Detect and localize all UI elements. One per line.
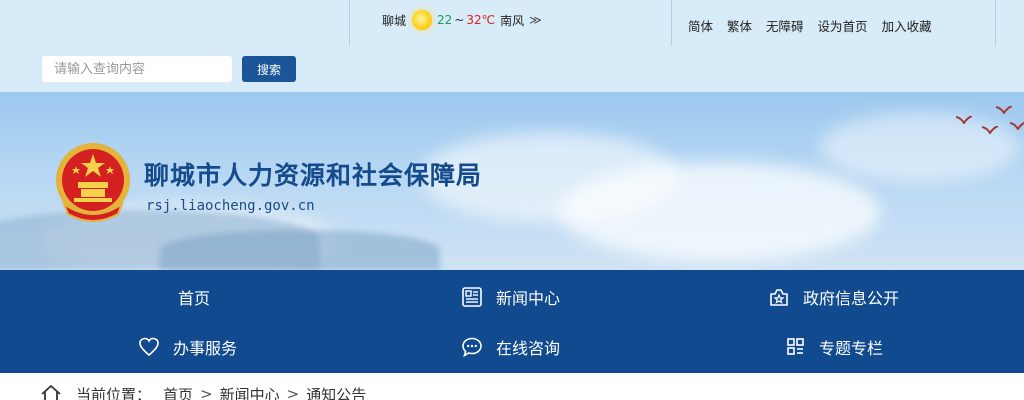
- divider: [671, 0, 672, 46]
- wind-direction: 南风: [500, 13, 525, 28]
- top-links: 简体 繁体 无障碍 设为首页 加入收藏: [688, 16, 946, 35]
- cloud: [820, 112, 1020, 182]
- nav-item-services[interactable]: 办事服务: [138, 335, 237, 359]
- nav-item-label: 办事服务: [173, 339, 238, 358]
- home-icon: [41, 385, 61, 400]
- bird-icon: [996, 106, 1012, 114]
- link-simplified[interactable]: 简体: [688, 16, 713, 35]
- heart-icon: [139, 337, 159, 357]
- site-title: 聊城市人力资源和社会保障局: [144, 161, 483, 190]
- breadcrumb-label: 当前位置：: [76, 385, 152, 400]
- nav-item-consult[interactable]: 在线咨询: [461, 335, 560, 359]
- breadcrumb-separator: >: [200, 385, 213, 400]
- divider: [349, 0, 350, 46]
- nav-item-label: 专题专栏: [819, 339, 884, 358]
- search-button[interactable]: 搜索: [242, 56, 296, 82]
- sun-icon: [412, 10, 433, 30]
- link-accessibility[interactable]: 无障碍: [766, 16, 804, 35]
- weather-more-icon[interactable]: ≫: [529, 13, 542, 27]
- link-add-favorite[interactable]: 加入收藏: [882, 16, 932, 35]
- chat-bubble-icon: [462, 337, 482, 358]
- cloud: [560, 162, 880, 262]
- link-set-homepage[interactable]: 设为首页: [818, 16, 868, 35]
- site-url: rsj.liaocheng.gov.cn: [146, 198, 315, 214]
- link-traditional[interactable]: 繁体: [727, 16, 752, 35]
- grid-icon: [787, 338, 804, 355]
- weather-city: 聊城: [382, 13, 407, 28]
- breadcrumb-notices[interactable]: 通知公告: [306, 384, 366, 400]
- bird-icon: [982, 126, 998, 134]
- national-emblem-icon: [56, 143, 130, 222]
- bird-icon: [956, 116, 972, 124]
- breadcrumb-home[interactable]: 首页: [163, 384, 193, 400]
- nav-item-home[interactable]: 首页: [178, 285, 210, 309]
- nav-item-gov-info[interactable]: 政府信息公开: [768, 285, 899, 309]
- nav-item-label: 政府信息公开: [803, 289, 900, 308]
- mountain: [160, 230, 440, 270]
- breadcrumb: 当前位置： 首页 > 新闻中心 > 通知公告: [40, 383, 366, 400]
- weather-widget: 聊城 22 ~ 32℃ 南风 ≫: [382, 10, 542, 30]
- divider: [995, 0, 996, 46]
- main-nav: 首页 新闻中心 政府信息公开 办事服务 在线咨询 专题专栏: [0, 270, 1024, 373]
- nav-item-topics[interactable]: 专题专栏: [786, 335, 883, 359]
- nav-item-label: 首页: [178, 289, 211, 308]
- bird-icon: [1010, 122, 1024, 130]
- nav-item-label: 新闻中心: [496, 289, 561, 308]
- newspaper-icon: [462, 287, 482, 307]
- search-input[interactable]: [42, 56, 232, 82]
- top-bar: 聊城 22 ~ 32℃ 南风 ≫ 简体 繁体 无障碍 设为首页 加入收藏 搜索: [0, 0, 1024, 92]
- nav-item-label: 在线咨询: [496, 339, 561, 358]
- info-disclosure-icon: [770, 289, 788, 306]
- temp-separator: ~: [454, 13, 465, 27]
- temp-low: 22: [437, 13, 453, 27]
- temp-high: 32℃: [466, 13, 496, 27]
- breadcrumb-news-center[interactable]: 新闻中心: [220, 384, 280, 400]
- nav-item-news[interactable]: 新闻中心: [461, 285, 560, 309]
- breadcrumb-separator: >: [286, 385, 300, 400]
